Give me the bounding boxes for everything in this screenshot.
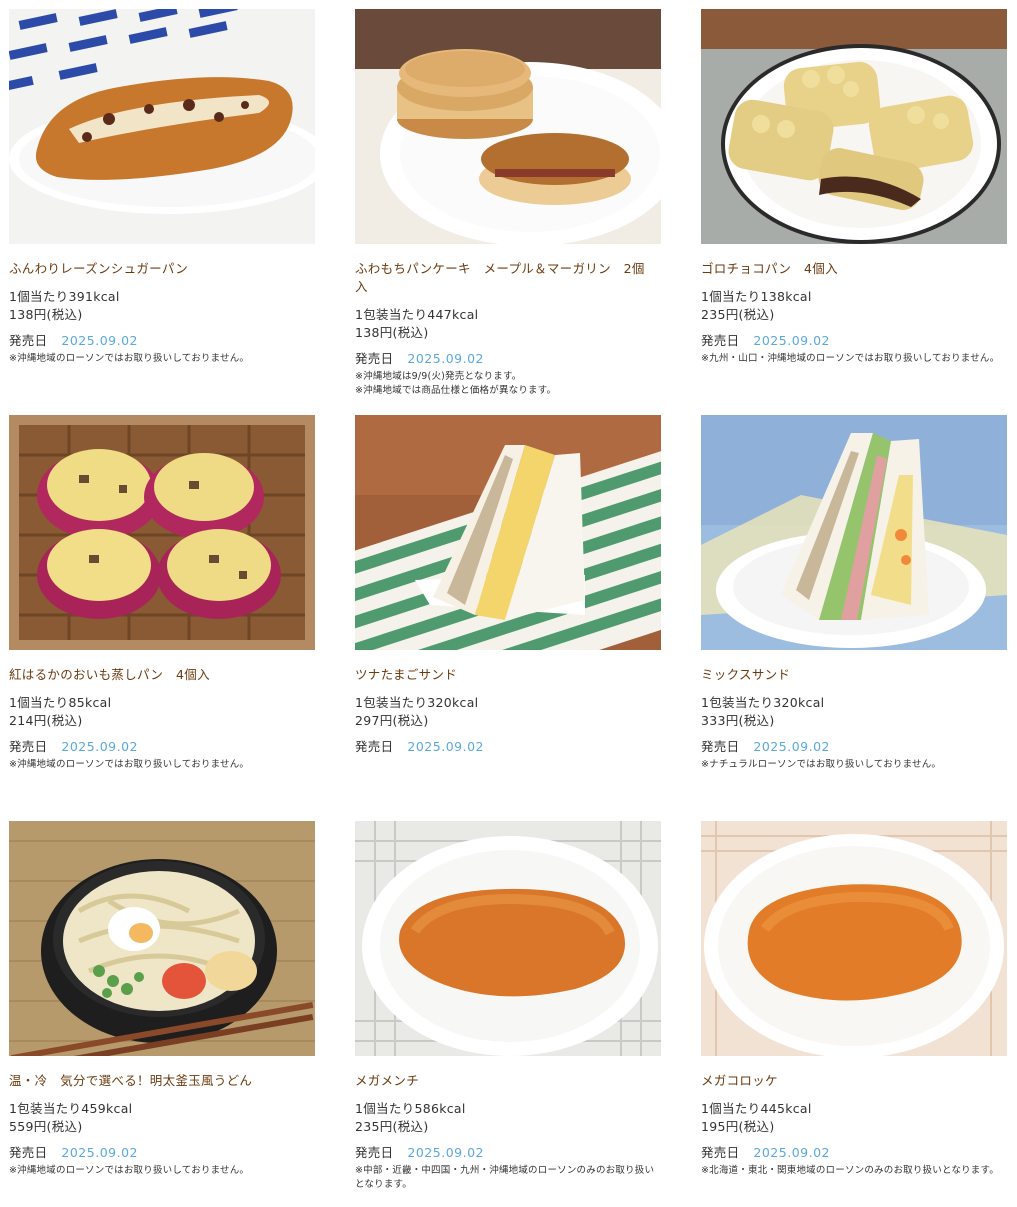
release-date-label: 発売日 <box>9 333 48 348</box>
product-photo-mentai-udon[interactable] <box>9 821 315 1056</box>
product-name[interactable]: ミックスサンド <box>701 666 1001 684</box>
product-photo-tuna-egg-sandwich[interactable] <box>355 415 661 650</box>
product-price: 138円(税込) <box>355 325 429 340</box>
product-kcal: 1包装当たり320kcal <box>355 695 479 710</box>
release-date-value: 2025.09.02 <box>407 351 484 366</box>
product-kcal: 1個当たり85kcal <box>9 695 112 710</box>
release-date-value: 2025.09.02 <box>407 739 484 754</box>
product-photo-mega-croquette[interactable] <box>701 821 1007 1056</box>
release-date-label: 発売日 <box>9 1145 48 1160</box>
product-kcal: 1包装当たり320kcal <box>701 695 825 710</box>
product-name[interactable]: ゴロチョコパン 4個入 <box>701 260 1001 278</box>
product-photo-sweet-potato-bun[interactable] <box>9 415 315 650</box>
product-info: 1包装当たり459kcal 559円(税込) 発売日 2025.09.02 ※沖縄… <box>9 1100 315 1178</box>
release-date-row: 発売日 2025.09.02 <box>355 1144 661 1162</box>
product-name[interactable]: メガコロッケ <box>701 1072 1001 1090</box>
product-price: 559円(税込) <box>9 1119 83 1134</box>
release-date-row: 発売日 2025.09.02 <box>9 1144 315 1162</box>
product-name[interactable]: ふわもちパンケーキ メープル＆マーガリン 2個入 <box>355 260 655 296</box>
product-price: 235円(税込) <box>701 307 775 322</box>
product-photo-mix-sandwich[interactable] <box>701 415 1007 650</box>
product-price: 138円(税込) <box>9 307 83 322</box>
product-info: 1包装当たり320kcal 333円(税込) 発売日 2025.09.02 ※ナチ… <box>701 694 1007 772</box>
product-info: 1個当たり445kcal 195円(税込) 発売日 2025.09.02 ※北海道… <box>701 1100 1007 1178</box>
product-info: 1個当たり586kcal 235円(税込) 発売日 2025.09.02 ※中部・… <box>355 1100 661 1192</box>
product-info: 1個当たり138kcal 235円(税込) 発売日 2025.09.02 ※九州・… <box>701 288 1007 366</box>
release-date-row: 発売日 2025.09.02 <box>701 738 1007 756</box>
product-kcal: 1個当たり586kcal <box>355 1101 466 1116</box>
release-date-label: 発売日 <box>701 1145 740 1160</box>
release-date-value: 2025.09.02 <box>61 1145 138 1160</box>
product-price: 214円(税込) <box>9 713 83 728</box>
release-date-label: 発売日 <box>355 739 394 754</box>
product-note: ※中部・近畿・中四国・九州・沖縄地域のローソンのみのお取り扱いとなります。 <box>355 1165 655 1190</box>
product-price: 235円(税込) <box>355 1119 429 1134</box>
product-photo-choco-bread[interactable] <box>701 9 1007 244</box>
release-date-label: 発売日 <box>701 333 740 348</box>
product-name[interactable]: ふんわりレーズンシュガーパン <box>9 260 309 278</box>
product-note: ※沖縄地域のローソンではお取り扱いしておりません。 <box>9 759 250 770</box>
product-photo-pancake[interactable] <box>355 9 661 244</box>
release-date-label: 発売日 <box>355 1145 394 1160</box>
release-date-row: 発売日 2025.09.02 <box>355 350 661 368</box>
release-date-value: 2025.09.02 <box>753 739 830 754</box>
product-info: 1個当たり85kcal 214円(税込) 発売日 2025.09.02 ※沖縄地域… <box>9 694 315 772</box>
product-photo-raisin-sugar-bread[interactable] <box>9 9 315 244</box>
release-date-label: 発売日 <box>701 739 740 754</box>
release-date-value: 2025.09.02 <box>753 333 830 348</box>
product-note: ※沖縄地域のローソンではお取り扱いしておりません。 <box>9 353 250 364</box>
product-price: 333円(税込) <box>701 713 775 728</box>
release-date-value: 2025.09.02 <box>61 739 138 754</box>
release-date-row: 発売日 2025.09.02 <box>701 332 1007 350</box>
product-name[interactable]: 紅はるかのおいも蒸しパン 4個入 <box>9 666 309 684</box>
release-date-label: 発売日 <box>355 351 394 366</box>
product-price: 297円(税込) <box>355 713 429 728</box>
release-date-row: 発売日 2025.09.02 <box>9 738 315 756</box>
product-kcal: 1個当たり445kcal <box>701 1101 812 1116</box>
release-date-row: 発売日 2025.09.02 <box>701 1144 1007 1162</box>
product-name[interactable]: メガメンチ <box>355 1072 655 1090</box>
product-price: 195円(税込) <box>701 1119 775 1134</box>
product-note: ※沖縄地域のローソンではお取り扱いしておりません。 <box>9 1165 250 1176</box>
release-date-value: 2025.09.02 <box>753 1145 830 1160</box>
product-grid: ふんわりレーズンシュガーパン 1個当たり391kcal 138円(税込) 発売日… <box>0 0 1017 1207</box>
product-kcal: 1包装当たり459kcal <box>9 1101 133 1116</box>
product-note: ※沖縄地域は9/9(火)発売となります。 <box>355 371 522 382</box>
product-name[interactable]: ツナたまごサンド <box>355 666 655 684</box>
product-note: ※北海道・東北・関東地域のローソンのみのお取り扱いとなります。 <box>701 1165 999 1176</box>
product-info: 1個当たり391kcal 138円(税込) 発売日 2025.09.02 ※沖縄地… <box>9 288 315 366</box>
release-date-label: 発売日 <box>9 739 48 754</box>
release-date-row: 発売日 2025.09.02 <box>355 738 661 756</box>
release-date-value: 2025.09.02 <box>407 1145 484 1160</box>
product-info: 1包装当たり447kcal 138円(税込) 発売日 2025.09.02 ※沖縄… <box>355 306 661 398</box>
product-kcal: 1包装当たり447kcal <box>355 307 479 322</box>
product-info: 1包装当たり320kcal 297円(税込) 発売日 2025.09.02 <box>355 694 661 756</box>
product-note: ※九州・山口・沖縄地域のローソンではお取り扱いしておりません。 <box>701 353 1000 364</box>
release-date-row: 発売日 2025.09.02 <box>9 332 315 350</box>
product-kcal: 1個当たり138kcal <box>701 289 812 304</box>
product-name[interactable]: 温・冷 気分で選べる！明太釜玉風うどん <box>9 1072 309 1090</box>
product-photo-mega-menchi[interactable] <box>355 821 661 1056</box>
product-note: ※沖縄地域では商品仕様と価格が異なります。 <box>355 385 557 396</box>
product-note: ※ナチュラルローソンではお取り扱いしておりません。 <box>701 759 942 770</box>
release-date-value: 2025.09.02 <box>61 333 138 348</box>
product-kcal: 1個当たり391kcal <box>9 289 120 304</box>
